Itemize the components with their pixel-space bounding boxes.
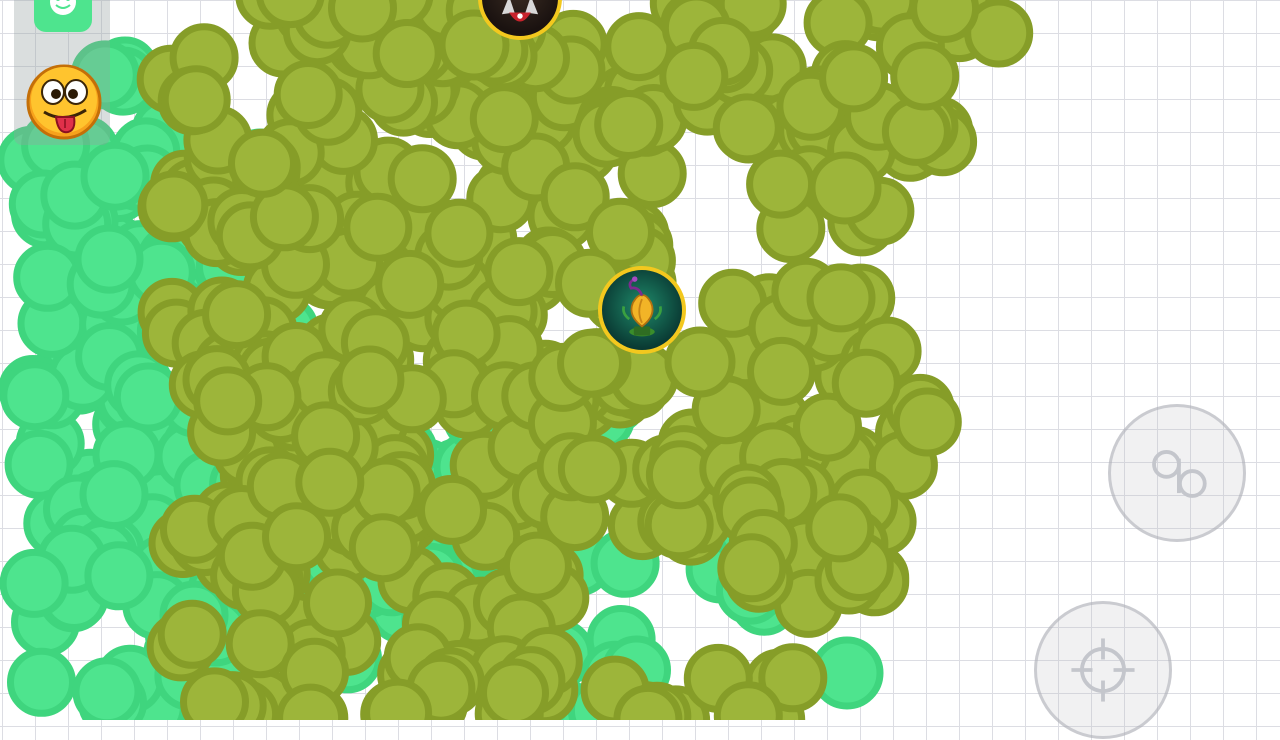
player-cell: [664, 326, 736, 398]
player-cell: [712, 93, 782, 163]
enemy-cell: [0, 361, 70, 431]
player-cell: [228, 128, 297, 198]
player-cell: [335, 345, 405, 415]
player-cell: [303, 568, 372, 638]
enemy-cell: [74, 224, 144, 294]
player-cell: [139, 170, 209, 240]
plant-bulb-skin: [598, 266, 686, 354]
player-cell: [881, 96, 951, 166]
player-cell-cluster: [136, 0, 1034, 720]
player-cell: [806, 263, 876, 333]
player-cell: [831, 348, 901, 418]
player-cell: [659, 41, 729, 111]
player-cell: [372, 19, 442, 88]
player-cell: [808, 151, 882, 225]
player-cell: [480, 658, 549, 720]
enemy-cell: [80, 141, 150, 211]
player-cell: [363, 678, 433, 720]
player-cell: [557, 434, 627, 504]
player-cell: [713, 681, 783, 720]
player-cell: [890, 41, 960, 111]
player-cell: [387, 144, 457, 214]
player-cell: [613, 684, 683, 720]
player-cell: [180, 667, 249, 720]
player-cell: [484, 237, 554, 307]
player-cell: [892, 387, 962, 457]
player-cell: [161, 65, 231, 135]
split-icon: [1152, 450, 1207, 498]
enemy-cell: [7, 647, 76, 717]
enemy-cell: [113, 362, 183, 432]
player-cell: [469, 84, 539, 154]
player-cell: [273, 60, 343, 129]
player-cell: [295, 447, 365, 517]
enemy-cell: [79, 460, 149, 530]
player-cell: [276, 683, 346, 720]
player-cell: [157, 599, 227, 669]
player-cell: [717, 533, 787, 603]
player-cell: [424, 198, 494, 268]
player-cell: [418, 475, 487, 545]
crosshair-icon: [1071, 638, 1135, 702]
enemy-cell: [84, 541, 154, 611]
player-cell: [348, 513, 418, 583]
player-cell: [805, 493, 875, 563]
player-cell: [375, 249, 445, 319]
player-cell: [594, 90, 664, 159]
player-cell: [747, 336, 816, 406]
tongue-out-emoji-icon[interactable]: [24, 62, 104, 142]
player-cell: [343, 192, 413, 262]
player-cell: [819, 43, 889, 113]
split-button[interactable]: [1108, 404, 1246, 542]
enemy-cell: [0, 548, 69, 618]
player-cell: [910, 0, 980, 43]
player-cell: [746, 149, 816, 219]
smiley-icon[interactable]: [34, 0, 92, 32]
eject-button[interactable]: [1034, 601, 1172, 739]
player-cell: [262, 502, 331, 572]
player-cell: [202, 280, 272, 350]
player-cell: [193, 366, 263, 436]
enemy-cell: [72, 657, 142, 720]
